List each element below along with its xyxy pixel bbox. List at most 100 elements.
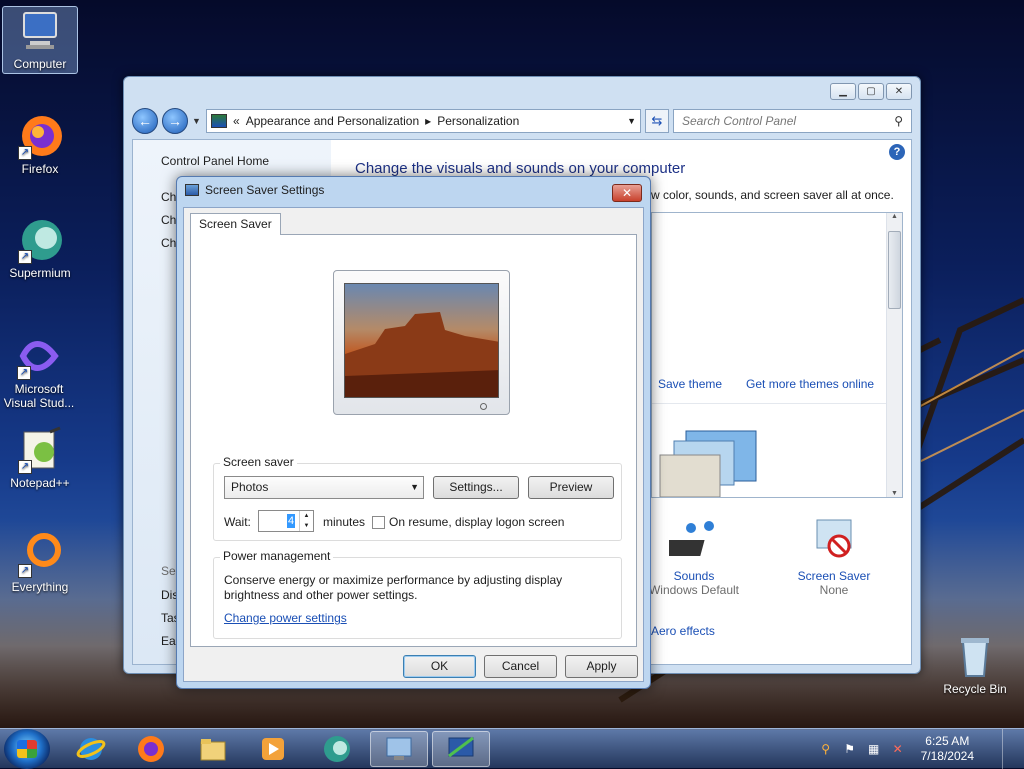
refresh-button[interactable]: ⇆ <box>645 109 669 133</box>
show-desktop-button[interactable] <box>1002 729 1016 769</box>
screen-saver-settings-icon <box>185 184 199 196</box>
desktop-icon-label: Microsoft Visual Stud... <box>3 382 75 410</box>
desktop-icon-notepad-plus-plus[interactable]: ↗ Notepad++ <box>2 426 78 490</box>
desktop-icon-label: Computer <box>13 57 67 71</box>
taskbar-control-panel[interactable] <box>370 731 428 767</box>
taskbar-media-player[interactable] <box>244 731 302 767</box>
taskbar-supermium[interactable] <box>308 731 366 767</box>
visual-studio-icon: ↗ <box>15 332 63 380</box>
windows-logo-icon <box>17 740 37 758</box>
theme-list[interactable]: Save theme Get more themes online ▲ ▼ <box>651 212 903 498</box>
desktop-icon-supermium[interactable]: ↗ Supermium <box>2 216 78 280</box>
scroll-up-icon[interactable]: ▲ <box>887 213 902 220</box>
address-bar[interactable]: « Appearance and Personalization ▸ Perso… <box>206 109 641 133</box>
forward-button[interactable]: → <box>162 108 188 134</box>
screen-saver-tab-panel: Screen saver Photos ▼ Settings... Previe… <box>190 234 637 647</box>
screen-saver-icon <box>816 519 852 558</box>
taskbar-firefox[interactable] <box>122 731 180 767</box>
notepad-plus-plus-icon: ↗ <box>16 426 64 474</box>
shortcut-arrow-icon: ↗ <box>18 460 32 474</box>
screen-saver-tile[interactable]: Screen Saver None <box>779 516 889 597</box>
wait-minutes-stepper[interactable]: 4 ▲ ▼ <box>258 510 314 532</box>
recent-pages-dropdown[interactable]: ▼ <box>192 116 202 126</box>
desktop-icon-recycle-bin[interactable]: Recycle Bin <box>937 632 1013 696</box>
control-panel-icon <box>211 114 227 128</box>
left-link-1[interactable]: Ch <box>161 190 176 204</box>
desktop-icon-computer[interactable]: Computer <box>2 6 78 74</box>
power-management-text: Conserve energy or maximize performance … <box>224 573 563 602</box>
computer-icon <box>16 7 64 55</box>
taskbar-screen-saver-settings[interactable] <box>432 731 490 767</box>
start-button[interactable] <box>4 729 50 769</box>
volume-muted-icon[interactable]: ✕ <box>891 742 905 756</box>
theme-preview-icon[interactable] <box>656 427 762 497</box>
preview-button[interactable]: Preview <box>528 476 614 499</box>
help-icon[interactable]: ? <box>889 144 905 160</box>
action-center-flag-icon[interactable]: ⚑ <box>843 742 857 756</box>
everything-icon: ↗ <box>16 530 64 578</box>
screen-saver-group: Screen saver Photos ▼ Settings... Previe… <box>213 455 622 541</box>
navigation-bar: ← → ▼ « Appearance and Personalization ▸… <box>132 107 912 135</box>
left-link-3[interactable]: Ch <box>161 236 176 250</box>
desktop-icon-everything[interactable]: ↗ Everything <box>2 530 78 594</box>
minimize-button[interactable]: ▁ <box>830 83 856 100</box>
taskbar-file-explorer[interactable] <box>184 731 242 767</box>
search-box[interactable]: Search Control Panel ⚲ <box>673 109 912 133</box>
scroll-down-icon[interactable]: ▼ <box>887 490 902 497</box>
desktop-icon-label: Supermium <box>9 266 71 280</box>
desktop-icon-label: Recycle Bin <box>943 682 1007 696</box>
stepper-arrows-icon[interactable]: ▲ ▼ <box>299 511 313 531</box>
dialog-close-button[interactable]: ✕ <box>612 184 642 202</box>
breadcrumb-appearance[interactable]: Appearance and Personalization <box>246 114 419 128</box>
left-link-2[interactable]: Ch <box>161 213 176 227</box>
system-tray: ⚲ ⚑ ▦ ✕ 6:25 AM 7/18/2024 <box>819 729 1024 769</box>
address-dropdown-icon[interactable]: ▼ <box>627 116 636 126</box>
desktop-icon-visual-studio[interactable]: ↗ Microsoft Visual Stud... <box>0 332 78 410</box>
get-more-themes-link[interactable]: Get more themes online <box>746 377 874 391</box>
ok-button[interactable]: OK <box>403 655 476 678</box>
desktop-icon-firefox[interactable]: ↗ Firefox <box>2 112 78 176</box>
preview-monitor <box>333 270 510 415</box>
shortcut-arrow-icon: ↗ <box>18 146 32 160</box>
desktop-icon-label: Notepad++ <box>10 476 70 490</box>
minutes-label: minutes <box>323 515 366 529</box>
sounds-tile[interactable]: Sounds Windows Default <box>639 516 749 597</box>
control-panel-icon <box>386 737 412 760</box>
theme-separator <box>652 403 886 404</box>
settings-button[interactable]: Settings... <box>433 476 519 499</box>
close-button[interactable]: ✕ <box>886 83 912 100</box>
shortcut-arrow-icon: ↗ <box>18 250 32 264</box>
sounds-label[interactable]: Sounds <box>639 569 749 583</box>
search-input[interactable]: Search Control Panel <box>682 114 796 128</box>
taskbar-internet-explorer[interactable] <box>62 731 120 767</box>
change-power-settings-link[interactable]: Change power settings <box>224 611 347 625</box>
maximize-button[interactable]: ▢ <box>858 83 884 100</box>
power-management-group: Power management Conserve energy or maxi… <box>213 549 622 639</box>
screen-saver-select[interactable]: Photos ▼ <box>224 476 424 499</box>
wait-minutes-input[interactable]: 4 <box>287 514 295 528</box>
firefox-icon <box>138 736 164 762</box>
aero-effects-link[interactable]: Aero effects <box>651 624 715 638</box>
save-theme-link[interactable]: Save theme <box>658 377 722 391</box>
search-icon[interactable]: ⚲ <box>894 114 903 128</box>
breadcrumb-personalization[interactable]: Personalization <box>437 114 519 128</box>
apply-button[interactable]: Apply <box>565 655 638 678</box>
screen-saver-label[interactable]: Screen Saver <box>779 569 889 583</box>
back-button[interactable]: ← <box>132 108 158 134</box>
control-panel-home-link[interactable]: Control Panel Home <box>161 154 269 168</box>
tab-screen-saver[interactable]: Screen Saver <box>190 213 281 235</box>
theme-scrollbar[interactable]: ▲ ▼ <box>886 213 902 497</box>
on-resume-checkbox[interactable] <box>372 516 385 529</box>
power-management-label: Power management <box>220 549 334 563</box>
clock[interactable]: 6:25 AM 7/18/2024 <box>921 734 974 764</box>
cancel-button[interactable]: Cancel <box>484 655 557 678</box>
on-resume-label[interactable]: On resume, display logon screen <box>389 515 564 529</box>
network-icon[interactable]: ▦ <box>867 742 881 756</box>
clock-date: 7/18/2024 <box>920 749 974 763</box>
sounds-icon <box>664 521 714 556</box>
breadcrumb-arrow-icon[interactable]: ▸ <box>425 114 431 128</box>
search-tray-icon[interactable]: ⚲ <box>819 742 833 756</box>
caption-buttons: ▁ ▢ ✕ <box>830 83 912 100</box>
scroll-thumb[interactable] <box>888 231 901 309</box>
screen-saver-settings-dialog: Screen Saver Settings ✕ Screen Saver Scr… <box>176 176 651 689</box>
